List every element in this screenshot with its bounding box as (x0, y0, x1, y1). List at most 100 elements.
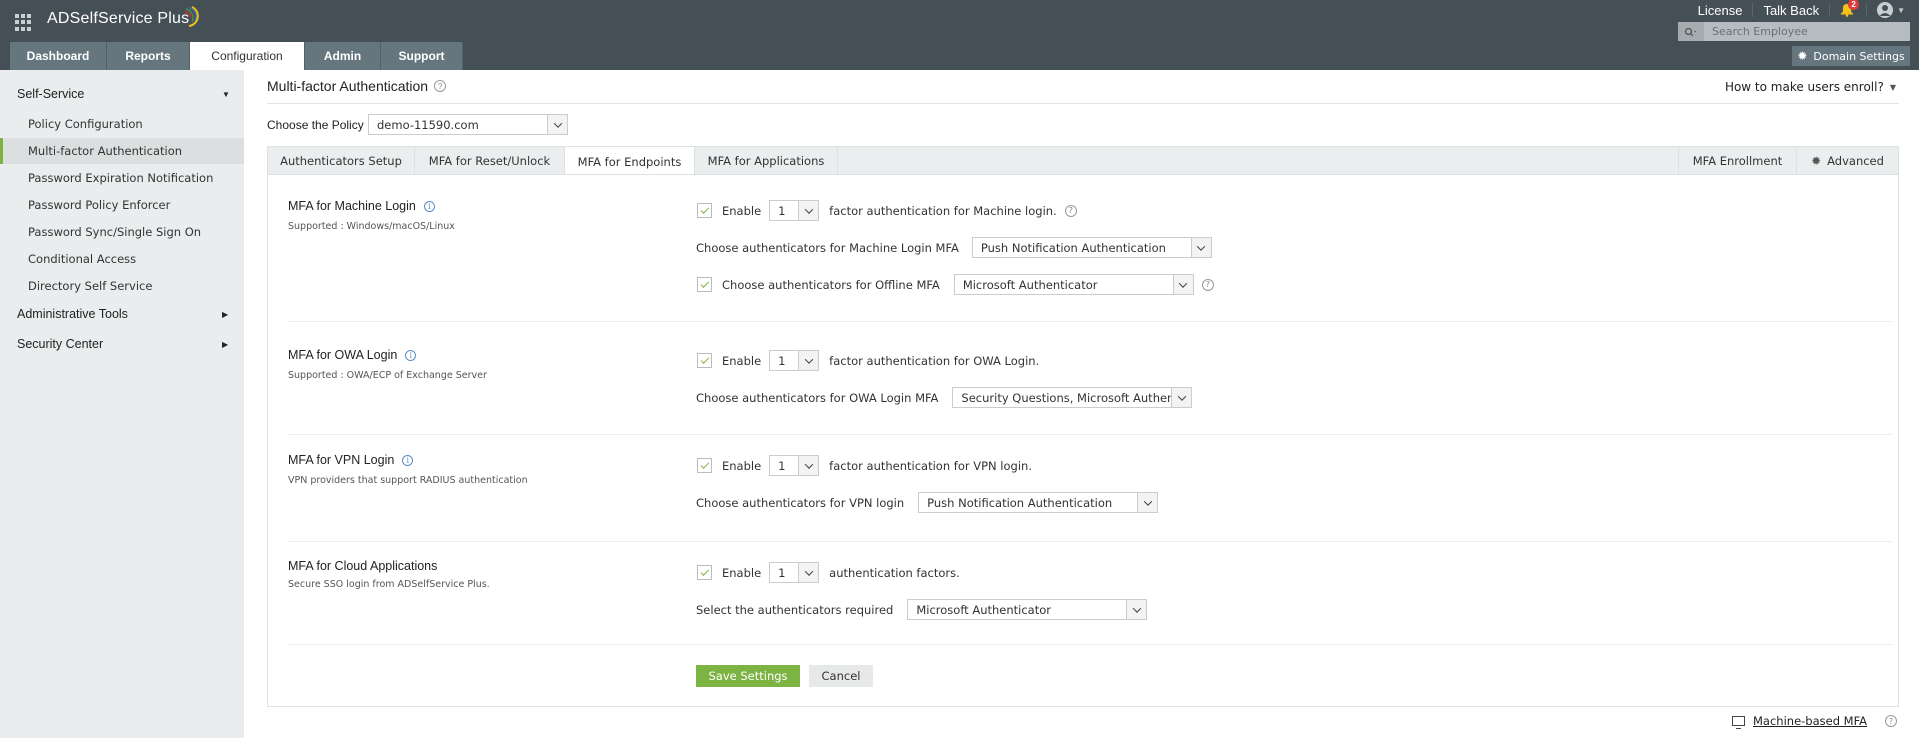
section-title-owa-login: MFA for OWA Login i (288, 348, 417, 362)
enable-label: Enable (722, 353, 762, 368)
section-title-text: MFA for Cloud Applications (288, 559, 438, 573)
tab-mfa-endpoints[interactable]: MFA for Endpoints (565, 147, 695, 176)
sidebar-group-security-center[interactable]: Security Center ▶ (0, 332, 244, 356)
sidebar: Self-Service ▼ Policy Configuration Mult… (0, 70, 244, 738)
machine-login-authenticators-select[interactable]: Push Notification Authentication (971, 237, 1212, 258)
sidebar-item-multi-factor-authentication[interactable]: Multi-factor Authentication (0, 138, 244, 164)
chevron-down-icon (1190, 238, 1211, 257)
sidebar-item-password-sync[interactable]: Password Sync/Single Sign On (0, 219, 244, 245)
offline-mfa-select[interactable]: Microsoft Authenticator (953, 274, 1194, 295)
owa-enable-row: Enable 1 factor authentication for OWA L… (697, 350, 1039, 371)
tab-mfa-reset-unlock[interactable]: MFA for Reset/Unlock (415, 147, 565, 175)
sidebar-group-label: Administrative Tools (17, 307, 128, 321)
authenticators-value: Push Notification Authentication (927, 495, 1113, 510)
nav-tab-admin[interactable]: Admin (305, 42, 381, 70)
help-icon[interactable]: ? (434, 80, 447, 92)
tab-authenticators-setup[interactable]: Authenticators Setup (268, 147, 415, 175)
factor-text: factor authentication for OWA Login. (829, 353, 1040, 368)
machine-login-enable-row: Enable 1 factor authentication for Machi… (697, 200, 1077, 221)
chevron-down-icon (1137, 493, 1158, 512)
section-title-vpn-login: MFA for VPN Login i (288, 453, 414, 467)
chevron-down-icon (798, 563, 819, 582)
help-icon[interactable]: ? (1064, 204, 1077, 217)
factor-count-value: 1 (778, 458, 786, 473)
offline-mfa-value: Microsoft Authenticator (962, 277, 1098, 292)
owa-factor-select[interactable]: 1 (769, 350, 820, 371)
enable-label: Enable (722, 203, 762, 218)
authenticators-label: Select the authenticators required (696, 602, 894, 617)
license-link[interactable]: License (1698, 3, 1743, 18)
cloud-enable-checkbox[interactable] (697, 565, 712, 580)
divider (1829, 3, 1831, 17)
sidebar-item-conditional-access[interactable]: Conditional Access (0, 246, 244, 272)
search-icon[interactable] (1678, 22, 1704, 41)
help-icon[interactable]: ? (1201, 278, 1214, 291)
user-avatar-icon[interactable] (1877, 2, 1894, 18)
nav-tab-support[interactable]: Support (381, 42, 463, 70)
caret-right-icon: ▶ (222, 309, 229, 319)
offline-mfa-checkbox[interactable] (697, 277, 712, 292)
vpn-enable-checkbox[interactable] (697, 458, 712, 473)
chevron-down-icon (547, 115, 567, 134)
help-icon[interactable]: ? (1885, 715, 1898, 727)
owa-enable-checkbox[interactable] (697, 353, 712, 368)
tab-mfa-applications[interactable]: MFA for Applications (695, 147, 838, 175)
monitor-lock-icon (1732, 716, 1745, 729)
section-subtitle: Secure SSO login from ADSelfService Plus… (288, 579, 490, 590)
factor-text: authentication factors. (829, 565, 960, 580)
section-title-text: MFA for OWA Login (288, 348, 398, 362)
machine-based-mfa-link[interactable]: Machine-based MFA (1753, 714, 1867, 728)
policy-select[interactable]: demo-11590.com (368, 114, 568, 135)
factor-text: factor authentication for VPN login. (829, 458, 1032, 473)
cancel-button[interactable]: Cancel (809, 665, 873, 687)
sidebar-group-administrative-tools[interactable]: Administrative Tools ▶ (0, 302, 244, 326)
search-employee-input[interactable] (1704, 22, 1910, 41)
chevron-down-icon (798, 351, 819, 370)
factor-count-value: 1 (778, 353, 786, 368)
enroll-help-dropdown[interactable]: How to make users enroll? ▼ (1725, 80, 1896, 94)
notifications-button[interactable]: 2 (1840, 0, 1860, 18)
owa-authenticators-select[interactable]: Security Questions, Microsoft Authentica… (952, 387, 1193, 408)
nav-tab-reports[interactable]: Reports (107, 42, 190, 70)
chevron-down-icon (1172, 275, 1193, 294)
vpn-factor-select[interactable]: 1 (769, 455, 820, 476)
authenticators-label: Choose authenticators for Machine Login … (696, 240, 959, 255)
authenticators-value: Security Questions, Microsoft Authentica… (961, 390, 1172, 405)
vpn-authenticators-row: Choose authenticators for VPN login Push… (696, 492, 1159, 513)
cloud-factor-select[interactable]: 1 (769, 562, 820, 583)
info-icon[interactable]: i (405, 349, 417, 361)
sidebar-group-self-service[interactable]: Self-Service ▼ (0, 82, 244, 106)
factor-count-value: 1 (778, 565, 786, 580)
main-nav: Dashboard Reports Configuration Admin Su… (10, 42, 463, 70)
machine-login-factor-select[interactable]: 1 (769, 200, 820, 221)
section-subtitle: VPN providers that support RADIUS authen… (288, 475, 528, 486)
machine-login-enable-checkbox[interactable] (697, 203, 712, 218)
sidebar-item-policy-configuration[interactable]: Policy Configuration (0, 111, 244, 137)
sidebar-group-label: Self-Service (17, 87, 85, 101)
tab-mfa-enrollment[interactable]: MFA Enrollment (1678, 147, 1796, 175)
tab-advanced[interactable]: ✹ Advanced (1796, 147, 1898, 175)
divider (288, 541, 1892, 542)
info-icon[interactable]: i (402, 454, 414, 466)
info-icon[interactable]: i (423, 200, 435, 212)
cloud-authenticators-row: Select the authenticators required Micro… (696, 599, 1148, 620)
app-logo: ADSelfService Plus (47, 10, 190, 27)
page-title: Multi-factor Authentication ? (267, 78, 447, 94)
sidebar-item-password-expiration-notification[interactable]: Password Expiration Notification (0, 165, 244, 191)
sidebar-item-password-policy-enforcer[interactable]: Password Policy Enforcer (0, 192, 244, 218)
app-grid-icon[interactable] (15, 14, 32, 31)
divider (288, 321, 1892, 322)
domain-settings-button[interactable]: ✹ Domain Settings (1792, 46, 1910, 66)
nav-tab-configuration[interactable]: Configuration (190, 42, 305, 70)
talk-back-link[interactable]: Talk Back (1763, 3, 1819, 18)
save-settings-button[interactable]: Save Settings (696, 665, 800, 687)
nav-tab-dashboard[interactable]: Dashboard (10, 42, 107, 70)
user-menu-caret-icon[interactable]: ▼ (1897, 6, 1905, 15)
vpn-authenticators-select[interactable]: Push Notification Authentication (918, 492, 1159, 513)
top-links: License Talk Back 2 ▼ (1698, 0, 1905, 19)
cloud-authenticators-select[interactable]: Microsoft Authenticator (907, 599, 1148, 620)
page-title-text: Multi-factor Authentication (267, 78, 429, 94)
authenticators-value: Push Notification Authentication (980, 240, 1166, 255)
sidebar-item-directory-self-service[interactable]: Directory Self Service (0, 273, 244, 299)
section-subtitle: Supported : Windows/macOS/Linux (288, 221, 455, 232)
